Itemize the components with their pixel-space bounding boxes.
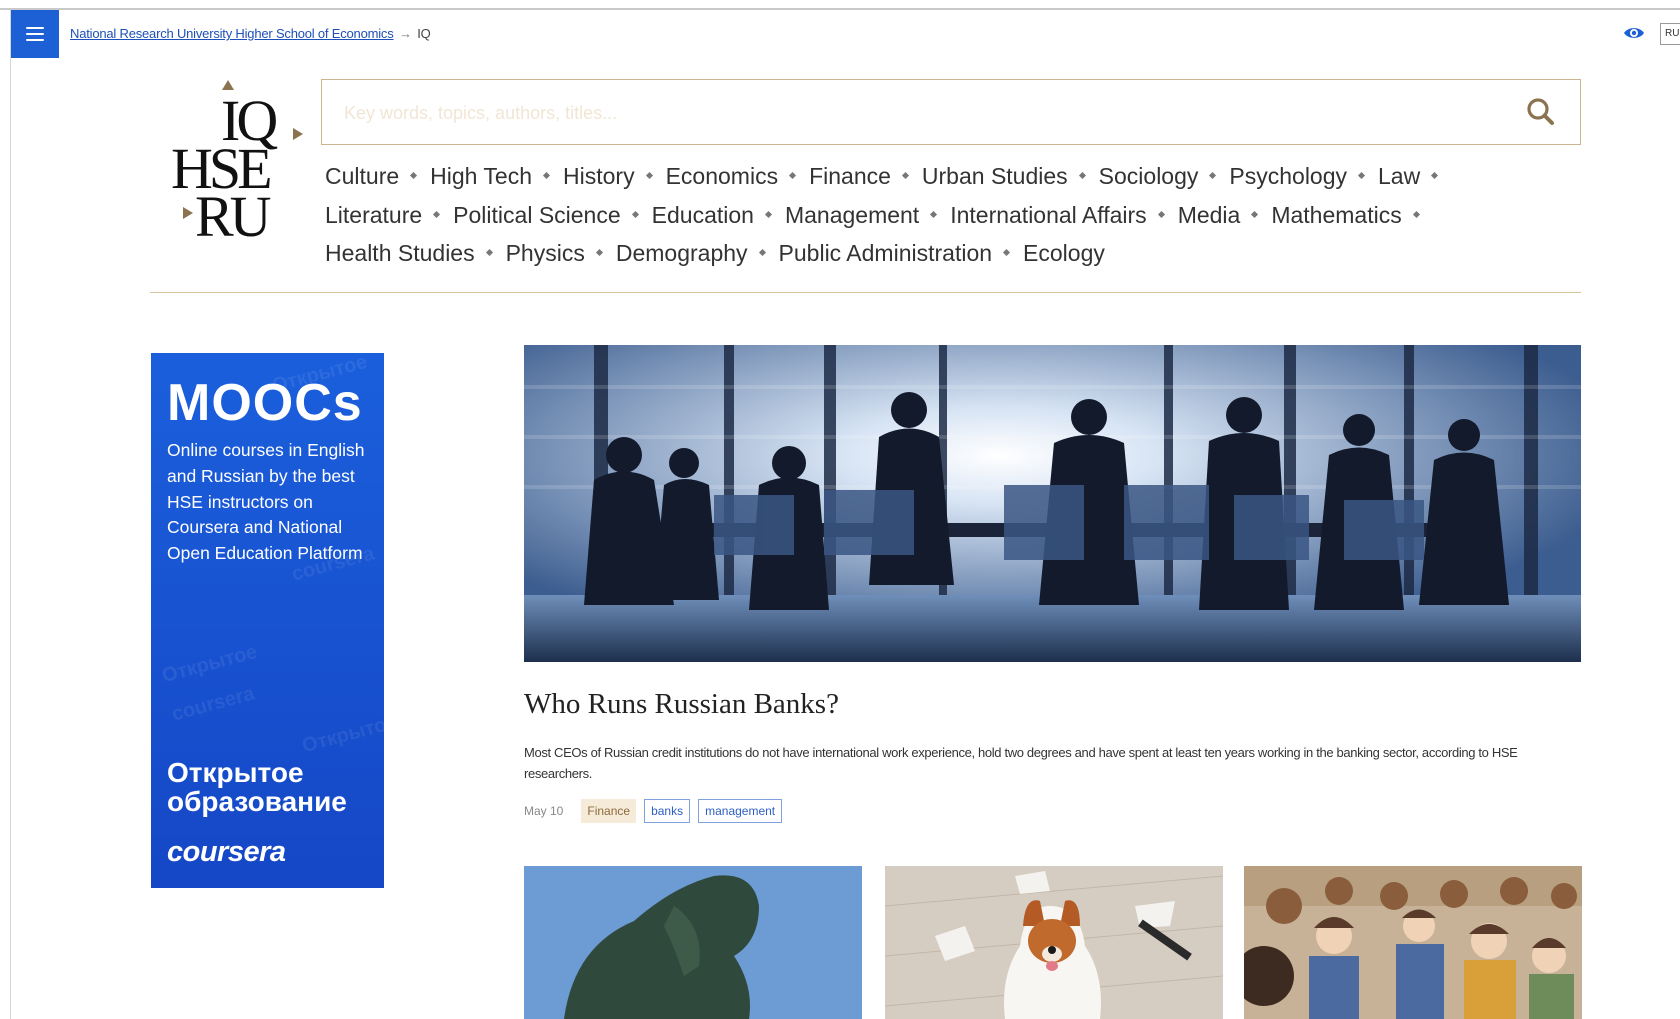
topic-separator-icon <box>1209 172 1217 180</box>
topic-separator-icon <box>901 172 909 180</box>
banner-watermark: coursera <box>169 682 257 726</box>
language-switch-button[interactable]: RU <box>1660 23 1680 45</box>
topic-separator-icon <box>1157 210 1165 218</box>
topic-link-physics[interactable]: Physics <box>506 240 585 266</box>
mooc-banner[interactable]: Открытое coursera Открытое coursera Откр… <box>151 353 384 888</box>
featured-article-description: Most CEOs of Russian credit institutions… <box>524 745 1518 781</box>
tag-banks[interactable]: banks <box>644 799 691 823</box>
topic-link-management[interactable]: Management <box>785 202 919 228</box>
eye-icon[interactable] <box>1623 25 1645 41</box>
topic-separator-icon <box>631 210 639 218</box>
article-thumbnail-students[interactable] <box>1244 866 1582 1019</box>
topic-link-international-affairs[interactable]: International Affairs <box>950 202 1146 228</box>
topic-separator-icon <box>1002 249 1011 257</box>
hamburger-icon <box>26 27 44 41</box>
mooc-title: MOOCs <box>167 374 363 432</box>
topics-nav: Culture High Tech History Economics Finance U… <box>325 157 1575 273</box>
logo-small-arrow-icon <box>183 207 193 219</box>
topic-separator-icon <box>1357 172 1366 180</box>
topic-link-law[interactable]: Law <box>1378 163 1420 189</box>
thinker-statue-image <box>524 866 862 1019</box>
topic-link-public-administration[interactable]: Public Administration <box>779 240 993 266</box>
topic-link-high-tech[interactable]: High Tech <box>430 163 532 189</box>
banner-watermark: Открытое <box>299 710 384 758</box>
topic-link-media[interactable]: Media <box>1178 202 1241 228</box>
featured-article-image[interactable] <box>524 345 1581 662</box>
topic-separator-icon <box>1251 210 1259 218</box>
students-classroom-image <box>1244 866 1582 1019</box>
topic-separator-icon <box>789 172 797 180</box>
breadcrumb-link-hse[interactable]: National Research University Higher Scho… <box>70 26 394 41</box>
category-tag-finance[interactable]: Finance <box>581 799 637 823</box>
topic-separator-icon <box>595 249 603 257</box>
banner-watermark: Открытое <box>159 640 260 688</box>
topic-separator-icon <box>1412 210 1420 218</box>
tag-management[interactable]: management <box>698 799 783 823</box>
topic-separator-icon <box>758 249 766 257</box>
topic-link-political-science[interactable]: Political Science <box>453 202 620 228</box>
topic-link-ecology[interactable]: Ecology <box>1023 240 1105 266</box>
topic-separator-icon <box>485 249 493 257</box>
article-thumbnail-dog[interactable] <box>885 866 1223 1019</box>
search-input[interactable] <box>342 80 1496 146</box>
topic-link-urban-studies[interactable]: Urban Studies <box>922 163 1068 189</box>
breadcrumb: National Research University Higher Scho… <box>70 26 431 41</box>
topic-separator-icon <box>645 172 653 180</box>
breadcrumb-current: IQ <box>417 26 431 41</box>
topic-separator-icon <box>1078 172 1086 180</box>
logo-line-3: RU <box>195 184 272 249</box>
breadcrumb-separator: → <box>398 26 412 41</box>
topic-link-demography[interactable]: Demography <box>616 240 748 266</box>
topic-link-sociology[interactable]: Sociology <box>1099 163 1199 189</box>
topic-separator-icon <box>930 210 938 218</box>
mooc-description: Online courses in English and Russian by… <box>167 440 365 564</box>
topic-link-mathematics[interactable]: Mathematics <box>1271 202 1401 228</box>
hamburger-menu-button[interactable] <box>11 10 59 58</box>
featured-article-title[interactable]: Who Runs Russian Banks? <box>524 688 839 721</box>
topic-link-psychology[interactable]: Psychology <box>1229 163 1347 189</box>
search-box <box>321 79 1581 146</box>
topic-link-history[interactable]: History <box>563 163 635 189</box>
page-left-edge <box>10 10 11 1019</box>
topic-separator-icon <box>1431 172 1439 180</box>
topic-separator-icon <box>542 172 551 180</box>
header-divider <box>150 292 1581 293</box>
topic-separator-icon <box>433 210 441 218</box>
browser-top-edge <box>0 0 1680 10</box>
article-date: May 10 <box>524 804 564 818</box>
iq-hse-logo[interactable]: IQ HSE RU <box>165 80 303 249</box>
topic-link-education[interactable]: Education <box>652 202 754 228</box>
open-education-logo: Открытое образование <box>167 757 347 817</box>
search-icon[interactable] <box>1525 96 1557 128</box>
topic-link-health-studies[interactable]: Health Studies <box>325 240 475 266</box>
topic-separator-icon <box>410 172 418 180</box>
topic-link-finance[interactable]: Finance <box>809 163 891 189</box>
coursera-logo: coursera <box>167 836 286 868</box>
topic-separator-icon <box>764 210 772 218</box>
article-thumbnail-thinker[interactable] <box>524 866 862 1019</box>
meeting-silhouette-image <box>524 345 1581 662</box>
topic-link-literature[interactable]: Literature <box>325 202 422 228</box>
topic-link-economics[interactable]: Economics <box>666 163 778 189</box>
topic-link-culture[interactable]: Culture <box>325 163 399 189</box>
dog-with-papers-image <box>885 866 1223 1019</box>
logo-right-arrow-icon <box>293 128 303 140</box>
article-meta: May 10 Finance banks management <box>524 797 790 825</box>
